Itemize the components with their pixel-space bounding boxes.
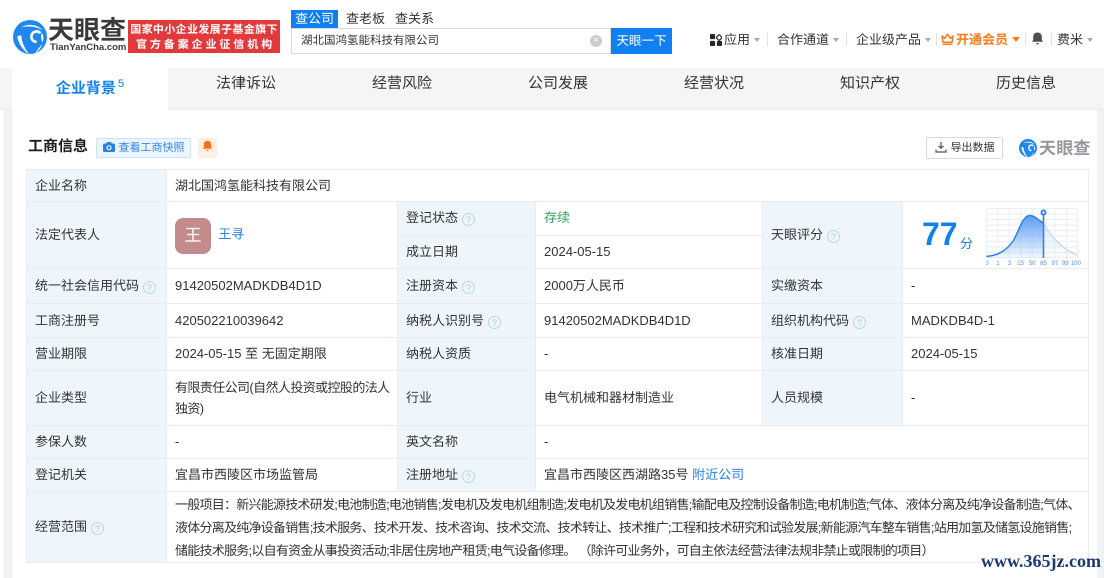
- svg-text:1: 1: [996, 260, 1000, 266]
- svg-text:15: 15: [1017, 260, 1024, 266]
- svg-text:97: 97: [1052, 260, 1059, 266]
- svg-text:99: 99: [1062, 260, 1069, 266]
- svg-text:50: 50: [1029, 260, 1036, 266]
- svg-text:0: 0: [986, 260, 989, 266]
- svg-text:3: 3: [1008, 260, 1012, 266]
- svg-text:85: 85: [1040, 260, 1047, 266]
- svg-text:100: 100: [1071, 260, 1082, 266]
